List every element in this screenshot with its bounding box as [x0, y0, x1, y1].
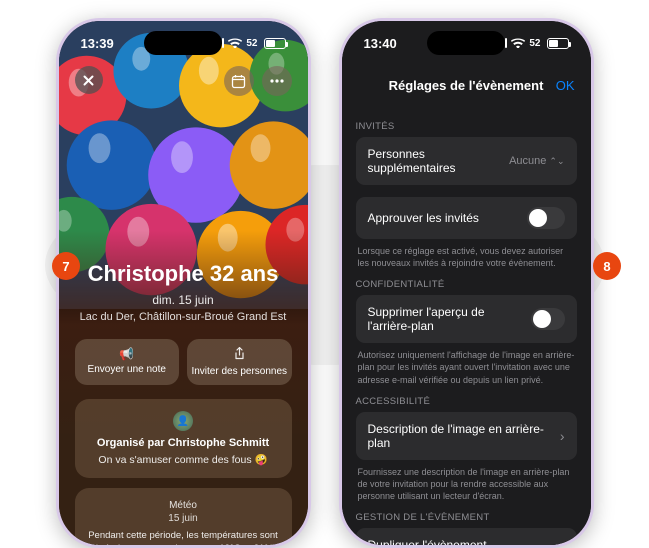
bg-preview-row: Supprimer l'aperçu de l'arrière-plan: [356, 295, 577, 343]
extra-people-row[interactable]: Personnes supplémentaires Aucune⌃⌄: [356, 137, 577, 185]
more-icon: [270, 79, 284, 83]
step-badge-7: 7: [52, 252, 80, 280]
invite-label: Inviter des personnes: [191, 366, 287, 377]
event-description: On va s'amuser comme des fous 🤪: [87, 453, 280, 466]
page-title: Réglages de l'évènement: [389, 78, 544, 93]
bg-description-row[interactable]: Description de l'image en arrière-plan ›: [356, 412, 577, 460]
event-location: Lac du Der, Châtillon-sur-Broué Grand Es…: [75, 311, 292, 323]
event-date: dim. 15 juin: [75, 293, 292, 307]
phone-event-detail: 13:39 52: [56, 18, 311, 548]
calendar-icon: [231, 74, 246, 89]
duplicate-event-row[interactable]: Dupliquer l'évènement: [356, 528, 577, 545]
battery-percent: 52: [246, 38, 257, 49]
step-badge-8: 8: [593, 252, 621, 280]
approve-guests-toggle[interactable]: [527, 207, 565, 229]
section-a11y: ACCESSIBILITÉ: [356, 396, 577, 407]
dynamic-island: [144, 31, 222, 55]
invite-people-button[interactable]: Inviter des personnes: [187, 339, 292, 385]
extra-people-label: Personnes supplémentaires: [368, 147, 510, 175]
calendar-button[interactable]: [224, 66, 254, 96]
close-icon: [83, 75, 94, 86]
battery-icon: [547, 38, 569, 49]
share-icon: [234, 347, 245, 363]
ok-button[interactable]: OK: [556, 78, 575, 93]
organizer-card[interactable]: 👤 Organisé par Christophe Schmitt On va …: [75, 399, 292, 478]
section-invites: INVITÉS: [356, 121, 577, 132]
approve-guests-label: Approuver les invités: [368, 211, 479, 225]
phone-event-settings: 13:40 52 Réglages de l'évènement OK INVI…: [339, 18, 594, 548]
status-time: 13:39: [81, 36, 114, 51]
wifi-icon: [511, 38, 525, 48]
status-time: 13:40: [364, 36, 397, 51]
wifi-icon: [228, 38, 242, 48]
send-note-label: Envoyer une note: [88, 364, 166, 375]
battery-percent: 52: [529, 38, 540, 49]
close-button[interactable]: [75, 66, 103, 94]
bg-description-label: Description de l'image en arrière-plan: [368, 422, 560, 450]
section-management: GESTION DE L'ÉVÈNEMENT: [356, 512, 577, 523]
avatar: 👤: [173, 411, 193, 431]
event-title: Christophe 32 ans: [75, 261, 292, 287]
bg-preview-help: Autorisez uniquement l'affichage de l'im…: [356, 349, 577, 385]
duplicate-event-label: Dupliquer l'évènement: [368, 538, 487, 545]
more-button[interactable]: [262, 66, 292, 96]
megaphone-icon: 📢: [119, 347, 134, 361]
chevron-right-icon: ›: [560, 428, 565, 444]
section-privacy: CONFIDENTIALITÉ: [356, 279, 577, 290]
weather-text: Pendant cette période, les températures …: [87, 530, 280, 545]
organizer-line: Organisé par Christophe Schmitt: [87, 437, 280, 449]
approve-help-text: Lorsque ce réglage est activé, vous deve…: [356, 245, 577, 269]
send-note-button[interactable]: 📢 Envoyer une note: [75, 339, 180, 385]
weather-label: Météo: [87, 500, 280, 511]
weather-date: 15 juin: [87, 513, 280, 524]
bg-description-help: Fournissez une description de l'image en…: [356, 466, 577, 502]
bg-preview-label: Supprimer l'aperçu de l'arrière-plan: [368, 305, 532, 333]
bg-preview-toggle[interactable]: [531, 308, 564, 330]
extra-people-value: Aucune: [509, 155, 546, 167]
battery-icon: [264, 38, 286, 49]
dynamic-island: [427, 31, 505, 55]
approve-guests-row: Approuver les invités: [356, 197, 577, 239]
updown-icon: ⌃⌄: [549, 156, 564, 167]
weather-card[interactable]: Météo 15 juin Pendant cette période, les…: [75, 488, 292, 545]
